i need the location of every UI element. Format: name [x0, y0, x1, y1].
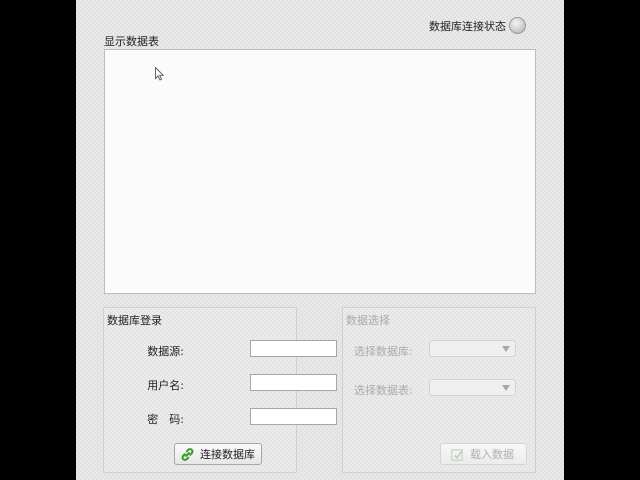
load-data-button[interactable]: 载入数据	[440, 443, 527, 465]
select-table-dropdown[interactable]	[429, 379, 516, 396]
load-data-label: 载入数据	[470, 448, 514, 461]
chevron-down-icon	[502, 346, 510, 352]
link-icon	[181, 447, 194, 461]
datasource-input[interactable]	[250, 340, 337, 357]
connect-database-label: 连接数据库	[200, 448, 255, 461]
chevron-down-icon	[502, 385, 510, 391]
username-label: 用户名:	[147, 379, 184, 392]
data-selection-group: 数据选择 选择数据库: 选择数据表: 载入数据	[342, 307, 536, 473]
password-input[interactable]	[250, 408, 337, 425]
connection-status-label: 数据库连接状态	[429, 20, 506, 33]
connect-database-button[interactable]: 连接数据库	[174, 443, 262, 465]
select-database-label: 选择数据库:	[354, 345, 413, 358]
table-view-label: 显示数据表	[104, 35, 159, 48]
database-login-title: 数据库登录	[107, 314, 162, 327]
username-input[interactable]	[250, 374, 337, 391]
load-data-icon	[451, 448, 463, 461]
data-table-view[interactable]	[104, 49, 536, 294]
datasource-label: 数据源:	[147, 345, 184, 358]
mouse-cursor-icon	[155, 67, 165, 81]
main-window: 数据库连接状态 显示数据表 数据库登录 数据源: 用户名: 密 码: 连接数据库	[76, 0, 564, 480]
password-label: 密 码:	[147, 413, 184, 426]
connection-status-led-icon	[509, 17, 526, 34]
select-table-label: 选择数据表:	[354, 384, 413, 397]
select-database-dropdown[interactable]	[429, 340, 516, 357]
data-selection-title: 数据选择	[346, 314, 390, 327]
database-login-group: 数据库登录 数据源: 用户名: 密 码: 连接数据库	[103, 307, 337, 473]
